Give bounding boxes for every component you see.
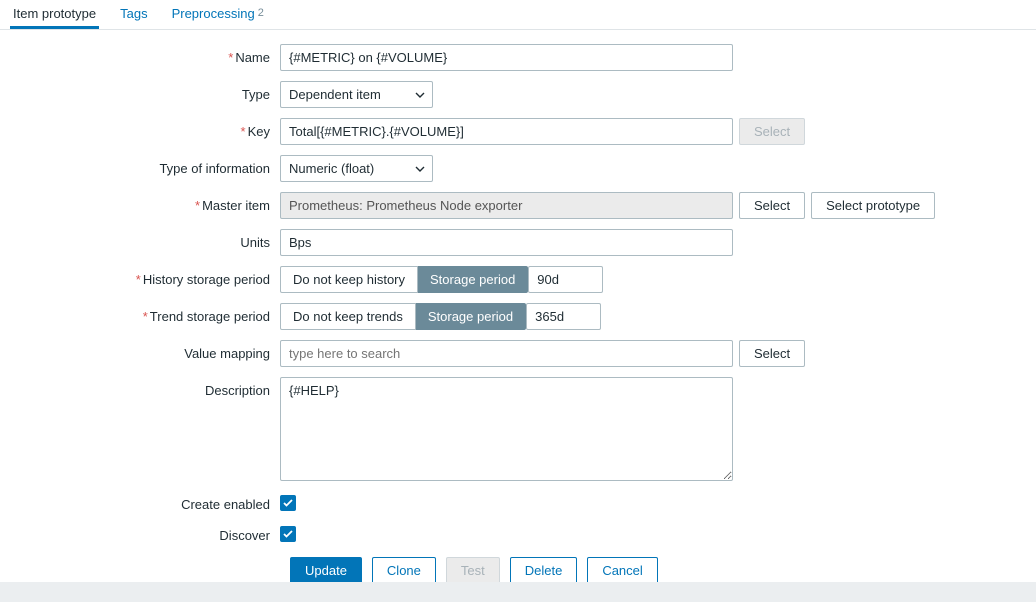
label-discover: Discover bbox=[0, 522, 280, 543]
footer-strip bbox=[0, 582, 1036, 602]
label-type-of-info: Type of information bbox=[0, 155, 280, 176]
tab-tags[interactable]: Tags bbox=[117, 0, 150, 29]
trend-segment: Do not keep trends Storage period bbox=[280, 303, 526, 330]
value-mapping-input[interactable] bbox=[280, 340, 733, 367]
label-name: *Name bbox=[0, 44, 280, 65]
value-mapping-select-button[interactable]: Select bbox=[739, 340, 805, 367]
tab-bar: Item prototype Tags Preprocessing 2 bbox=[0, 0, 1036, 30]
history-no-keep-button[interactable]: Do not keep history bbox=[280, 266, 418, 293]
type-of-info-value: Numeric (float) bbox=[280, 155, 433, 182]
key-input[interactable] bbox=[280, 118, 733, 145]
units-input[interactable] bbox=[280, 229, 733, 256]
create-enabled-checkbox[interactable] bbox=[280, 495, 296, 511]
master-item-select-prototype-button[interactable]: Select prototype bbox=[811, 192, 935, 219]
trend-value-input[interactable] bbox=[526, 303, 601, 330]
label-value-mapping: Value mapping bbox=[0, 340, 280, 361]
check-icon bbox=[283, 499, 293, 507]
history-segment: Do not keep history Storage period bbox=[280, 266, 528, 293]
action-row: Update Clone Test Delete Cancel bbox=[0, 557, 1036, 584]
label-history: *History storage period bbox=[0, 266, 280, 287]
cancel-button[interactable]: Cancel bbox=[587, 557, 657, 584]
discover-checkbox[interactable] bbox=[280, 526, 296, 542]
label-description: Description bbox=[0, 377, 280, 398]
trend-storage-button[interactable]: Storage period bbox=[416, 303, 526, 330]
history-storage-button[interactable]: Storage period bbox=[418, 266, 528, 293]
update-button[interactable]: Update bbox=[290, 557, 362, 584]
type-of-info-select[interactable]: Numeric (float) bbox=[280, 155, 433, 182]
label-master-item: *Master item bbox=[0, 192, 280, 213]
label-key: *Key bbox=[0, 118, 280, 139]
label-type: Type bbox=[0, 81, 280, 102]
check-icon bbox=[283, 530, 293, 538]
name-input[interactable] bbox=[280, 44, 733, 71]
label-units: Units bbox=[0, 229, 280, 250]
delete-button[interactable]: Delete bbox=[510, 557, 578, 584]
clone-button[interactable]: Clone bbox=[372, 557, 436, 584]
master-item-select-button[interactable]: Select bbox=[739, 192, 805, 219]
form: *Name Type Dependent item *Key Select Ty… bbox=[0, 30, 1036, 602]
label-trend: *Trend storage period bbox=[0, 303, 280, 324]
tab-preprocessing-label: Preprocessing bbox=[172, 6, 255, 21]
type-select-value: Dependent item bbox=[280, 81, 433, 108]
history-value-input[interactable] bbox=[528, 266, 603, 293]
type-select[interactable]: Dependent item bbox=[280, 81, 433, 108]
tab-item-prototype[interactable]: Item prototype bbox=[10, 0, 99, 29]
key-select-button: Select bbox=[739, 118, 805, 145]
trend-no-keep-button[interactable]: Do not keep trends bbox=[280, 303, 416, 330]
label-create-enabled: Create enabled bbox=[0, 491, 280, 512]
description-textarea[interactable] bbox=[280, 377, 733, 481]
master-item-value: Prometheus: Prometheus Node exporter bbox=[280, 192, 733, 219]
test-button: Test bbox=[446, 557, 500, 584]
tab-preprocessing-count: 2 bbox=[258, 7, 264, 19]
tab-preprocessing[interactable]: Preprocessing 2 bbox=[169, 0, 267, 29]
